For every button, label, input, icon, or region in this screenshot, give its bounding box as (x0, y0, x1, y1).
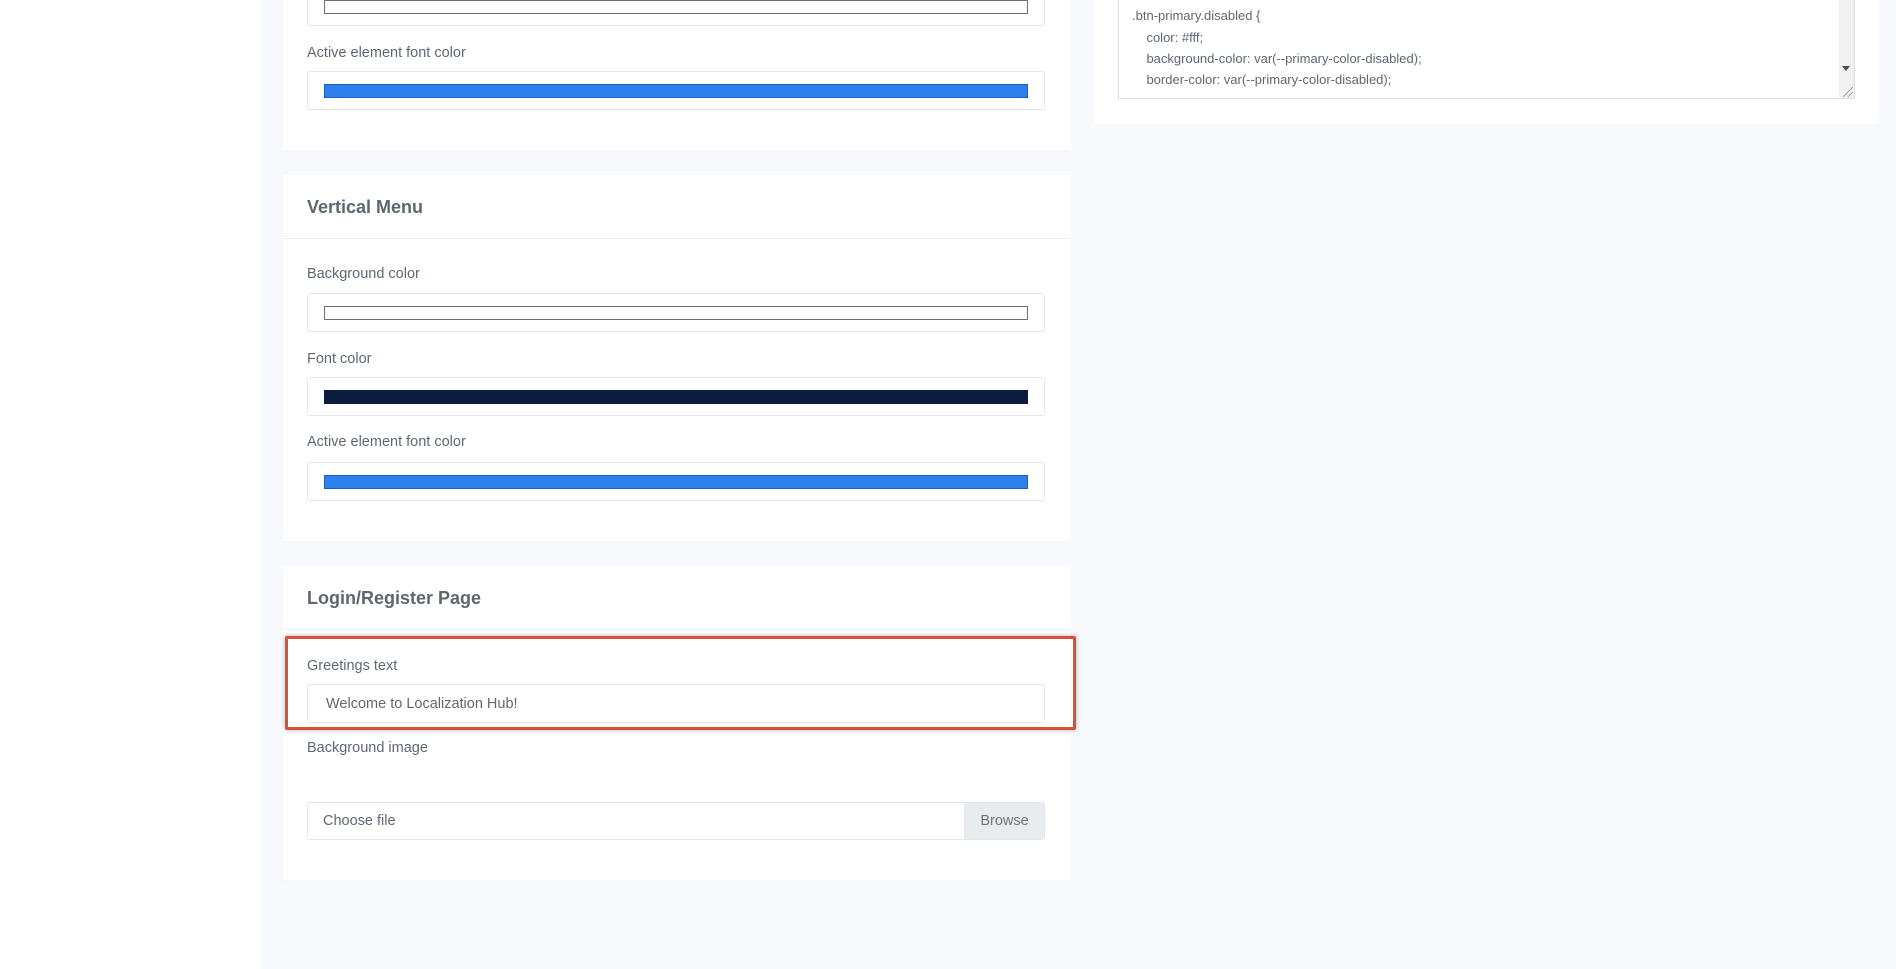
color-swatch-top (324, 0, 1028, 14)
vertical-menu-title: Vertical Menu (307, 197, 424, 217)
custom-css-textarea[interactable]: .btn-primary.disabled { color: #fff; bac… (1118, 0, 1855, 99)
background-color-field[interactable] (307, 293, 1045, 332)
scroll-down-icon[interactable] (1842, 66, 1850, 71)
main-content: Active element font color Vertical Menu … (260, 0, 1896, 969)
active-element-font-color-field[interactable] (307, 462, 1045, 501)
code-line: border-color: var(--primary-color-disabl… (1132, 72, 1392, 87)
vertical-menu-header: Vertical Menu (283, 175, 1071, 239)
code-line: .btn-primary.disabled { (1132, 8, 1261, 23)
color-field-top[interactable] (307, 0, 1045, 26)
active-font-color-field[interactable] (307, 71, 1045, 110)
browse-button[interactable]: Browse (964, 803, 1044, 839)
active-element-font-color-swatch (324, 475, 1028, 489)
login-register-header: Login/Register Page (283, 566, 1071, 630)
font-color-swatch (324, 390, 1028, 404)
active-font-color-label: Active element font color (307, 45, 466, 61)
sidebar (0, 0, 260, 969)
textarea-scrollbar[interactable] (1839, 0, 1854, 98)
theme-colors-card: Active element font color (283, 0, 1071, 150)
greetings-text-input[interactable] (307, 684, 1045, 723)
background-image-label: Background image (307, 740, 428, 756)
custom-css-card: .btn-primary.disabled { color: #fff; bac… (1094, 0, 1878, 124)
active-element-font-color-label: Active element font color (307, 434, 466, 450)
login-register-card: Login/Register Page Greetings text Backg… (283, 566, 1071, 880)
background-color-label: Background color (307, 266, 420, 282)
code-line: background-color: var(--primary-color-di… (1132, 51, 1422, 66)
file-placeholder: Choose file (323, 813, 396, 829)
vertical-menu-card: Vertical Menu Background color Font colo… (283, 175, 1071, 541)
font-color-label: Font color (307, 351, 372, 367)
active-font-color-swatch (324, 84, 1028, 98)
code-line: color: #fff; (1132, 30, 1204, 45)
resize-grip-icon[interactable] (1843, 87, 1853, 97)
font-color-field[interactable] (307, 377, 1045, 416)
greetings-text-label: Greetings text (307, 658, 398, 674)
background-color-swatch (324, 306, 1028, 320)
background-image-file-input[interactable]: Choose file Browse (307, 802, 1045, 840)
login-register-title: Login/Register Page (307, 588, 482, 608)
